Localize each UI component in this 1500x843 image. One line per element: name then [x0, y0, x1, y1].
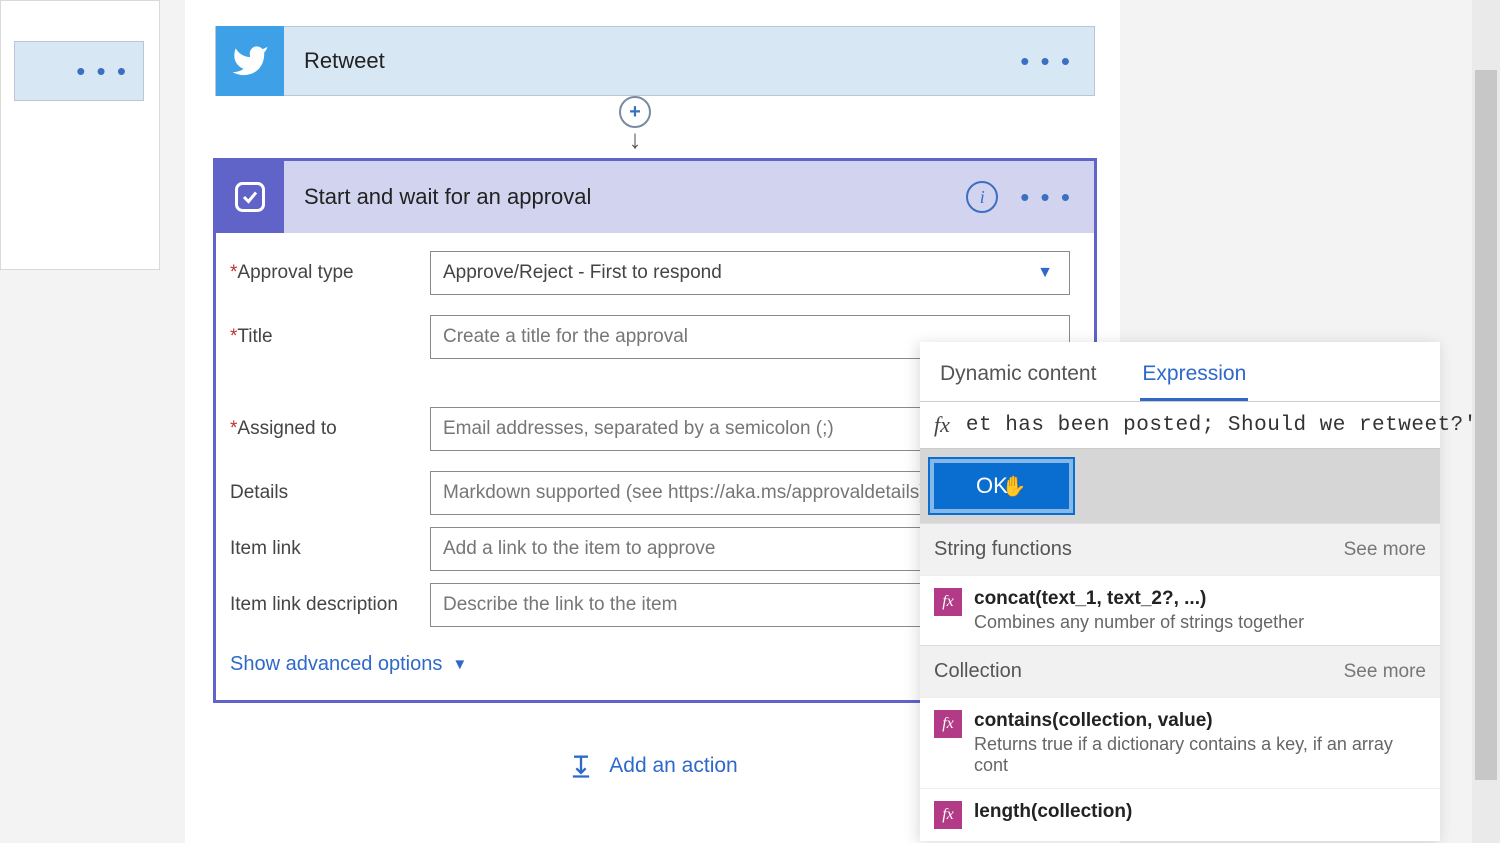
approval-icon	[216, 161, 284, 233]
retweet-action-card[interactable]: Retweet • • •	[215, 26, 1095, 96]
cursor-icon: ✋	[1002, 474, 1027, 499]
tab-expression[interactable]: Expression	[1140, 354, 1248, 401]
expression-input[interactable]: et has been posted; Should we retweet?'	[966, 414, 1477, 437]
ellipsis-icon[interactable]: • • •	[76, 56, 128, 87]
fx-badge-icon: fx	[934, 801, 962, 829]
add-action-icon	[567, 752, 595, 780]
chevron-down-icon: ▼	[452, 656, 467, 673]
approval-header[interactable]: Start and wait for an approval i • • •	[216, 161, 1094, 233]
expression-panel: Dynamic content Expression fx et has bee…	[920, 342, 1440, 841]
section-collection[interactable]: Collection See more	[920, 645, 1440, 697]
sidebar-card-stub: • • •	[0, 0, 160, 270]
section-string-functions[interactable]: String functions See more	[920, 523, 1440, 575]
title-label: *Title	[230, 326, 430, 348]
approval-type-select[interactable]: Approve/Reject - First to respond ▼	[430, 251, 1070, 295]
fx-badge-icon: fx	[934, 588, 962, 616]
connector: + ↓	[615, 96, 655, 162]
expression-input-row: fx et has been posted; Should we retweet…	[920, 401, 1440, 449]
arrow-down-icon: ↓	[629, 124, 642, 155]
fx-icon: fx	[934, 412, 950, 438]
fx-badge-icon: fx	[934, 710, 962, 738]
func-concat[interactable]: fx concat(text_1, text_2?, ...) Combines…	[920, 575, 1440, 645]
func-length[interactable]: fx length(collection)	[920, 788, 1440, 841]
tab-dynamic-content[interactable]: Dynamic content	[938, 354, 1098, 401]
func-contains[interactable]: fx contains(collection, value) Returns t…	[920, 697, 1440, 788]
ellipsis-icon[interactable]: • • •	[1020, 182, 1072, 213]
item-link-desc-label: Item link description	[230, 594, 430, 616]
item-link-label: Item link	[230, 538, 430, 560]
ellipsis-icon[interactable]: • • •	[1020, 46, 1072, 77]
details-label: Details	[230, 482, 430, 504]
retweet-title: Retweet	[304, 48, 1020, 74]
chevron-down-icon: ▼	[1037, 264, 1053, 282]
approval-type-label: *Approval type	[230, 262, 430, 284]
approval-title: Start and wait for an approval	[304, 184, 966, 210]
see-more-link[interactable]: See more	[1344, 539, 1426, 561]
twitter-icon	[216, 26, 284, 96]
sidebar-partial-card[interactable]: • • •	[14, 41, 144, 101]
ok-button[interactable]: OK✋	[930, 459, 1073, 513]
info-icon[interactable]: i	[966, 181, 998, 213]
see-more-link[interactable]: See more	[1344, 661, 1426, 683]
assigned-to-label: *Assigned to	[230, 418, 430, 440]
